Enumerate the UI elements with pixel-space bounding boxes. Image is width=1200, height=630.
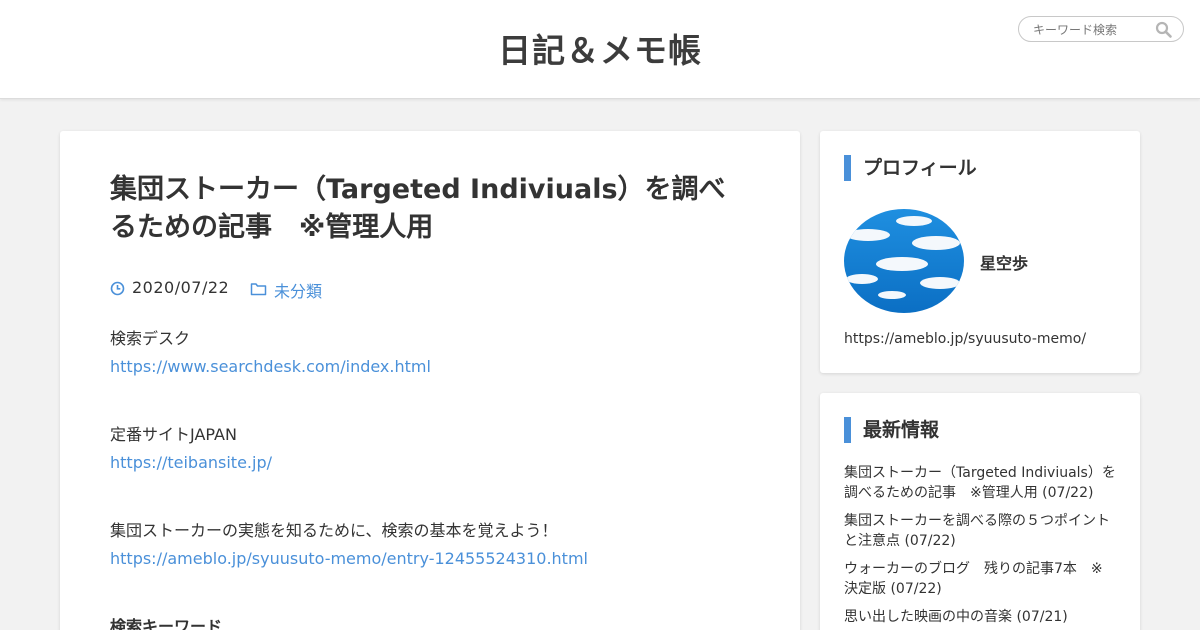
body-link-search-desk[interactable]: https://www.searchdesk.com/index.html [110,357,431,376]
profile-name[interactable]: 星空歩 [980,250,1028,274]
clock-icon [110,281,125,296]
latest-item[interactable]: 集団ストーカーを調べる際の５つポイントと注意点 (07/22) [844,511,1116,551]
folder-icon [250,283,267,296]
latest-item[interactable]: 集団ストーカー（Targeted Indiviuals）を調べるための記事 ※管… [844,463,1116,503]
latest-widget: 最新情報 集団ストーカー（Targeted Indiviuals）を調べるための… [820,393,1140,630]
profile-url: https://ameblo.jp/syuusuto-memo/ [844,331,1087,347]
article-title: 集団ストーカー（Targeted Indiviuals）を調べるための記事 ※管… [110,174,726,243]
body-label-basics: 集団ストーカーの実態を知るために、検索の基本を覚えよう！ [110,521,558,540]
body-link-ameblo-entry[interactable]: https://ameblo.jp/syuusuto-memo/entry-12… [110,549,588,568]
category-link[interactable]: 未分類 [274,278,322,302]
latest-item[interactable]: ウォーカーのブログ 残りの記事7本 ※決定版 (07/22) [844,559,1116,599]
search-box[interactable] [1018,16,1184,42]
body-link-teiban[interactable]: https://teibansite.jp/ [110,453,272,472]
site-header: 日記＆メモ帳 [0,0,1200,99]
avatar[interactable] [844,209,964,313]
post-date: 2020/07/22 [132,278,230,297]
body-label-teiban: 定番サイトJAPAN [110,425,237,444]
latest-heading: 最新情報 [844,417,1124,443]
search-input[interactable] [1033,21,1153,38]
body-label-search-desk: 検索デスク [110,329,191,348]
body-heading-keywords: 検索キーワード [110,617,223,630]
latest-item[interactable]: 思い出した映画の中の音楽 (07/21) [844,607,1116,627]
profile-heading: プロフィール [844,155,1124,181]
profile-widget: プロフィール 星空歩 https://ameblo.jp/syuusuto-me… [820,131,1140,373]
search-icon[interactable] [1155,21,1173,39]
article-card: 集団ストーカー（Targeted Indiviuals）を調べるための記事 ※管… [60,131,800,630]
